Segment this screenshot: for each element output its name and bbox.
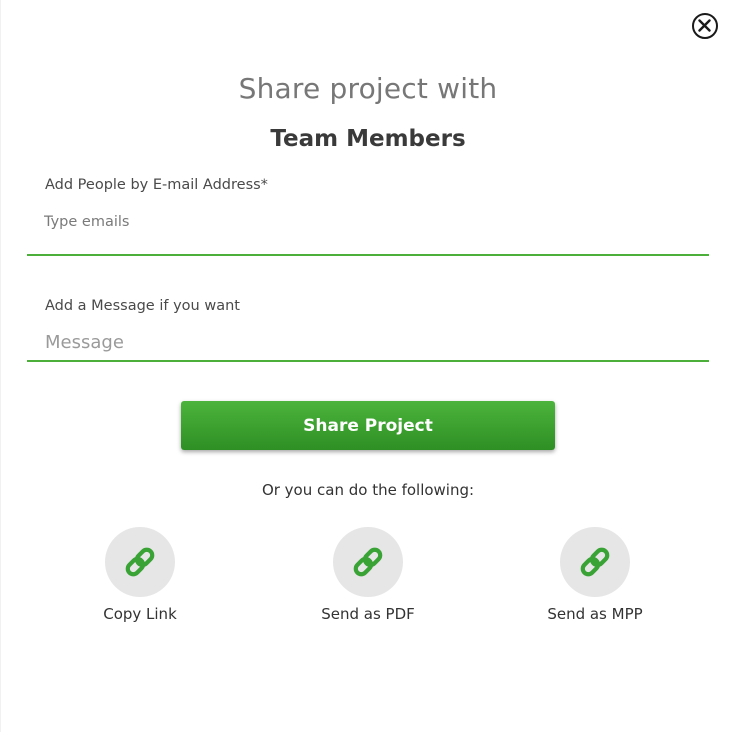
message-input[interactable]	[45, 329, 645, 355]
message-field-underline	[27, 360, 709, 362]
copy-link-label: Copy Link	[103, 605, 177, 623]
email-input[interactable]	[44, 211, 644, 233]
dialog-subtitle: Team Members	[270, 126, 466, 152]
alternatives-intro: Or you can do the following:	[261, 481, 475, 499]
email-field-underline	[27, 254, 709, 256]
link-icon	[353, 547, 383, 577]
link-icon	[125, 547, 155, 577]
dialog-title: Share project with	[238, 72, 498, 105]
close-icon	[698, 19, 711, 32]
send-as-pdf-action[interactable]: Send as PDF	[288, 527, 448, 623]
message-label: Add a Message if you want	[45, 298, 240, 314]
send-as-mpp-action[interactable]: Send as MPP	[515, 527, 675, 623]
share-project-button[interactable]: Share Project	[181, 401, 555, 450]
emails-label: Add People by E-mail Address*	[45, 177, 268, 193]
send-as-mpp-label: Send as MPP	[547, 605, 643, 623]
send-as-pdf-label: Send as PDF	[321, 605, 415, 623]
send-mpp-icon-circle[interactable]	[560, 527, 630, 597]
send-pdf-icon-circle[interactable]	[333, 527, 403, 597]
link-icon	[580, 547, 610, 577]
copy-link-icon-circle[interactable]	[105, 527, 175, 597]
copy-link-action[interactable]: Copy Link	[60, 527, 220, 623]
close-button[interactable]	[692, 13, 718, 39]
share-dialog: Share project with Team Members Add Peop…	[0, 0, 734, 732]
